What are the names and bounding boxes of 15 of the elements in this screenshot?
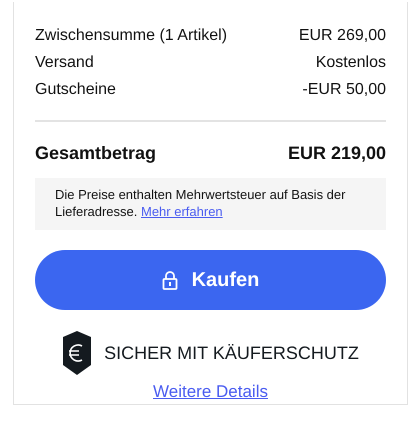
lock-icon bbox=[162, 270, 178, 290]
total-value: EUR 219,00 bbox=[288, 143, 386, 164]
row-value: -EUR 50,00 bbox=[302, 80, 386, 100]
buy-button[interactable]: Kaufen bbox=[35, 250, 386, 310]
row-label: Zwischensumme (1 Artikel) bbox=[35, 26, 228, 46]
protection-label: SICHER MIT KÄUFERSCHUTZ bbox=[104, 342, 359, 364]
row-label: Gutscheine bbox=[35, 80, 116, 100]
vat-note: Die Preise enthalten Mehrwertsteuer auf Basis der Lieferadresse. Mehr erfahren bbox=[35, 178, 386, 230]
row-label: Versand bbox=[35, 53, 94, 73]
shield-euro-icon bbox=[62, 330, 92, 376]
details-link[interactable]: Weitere Details bbox=[153, 382, 268, 401]
row-value: Kostenlos bbox=[316, 53, 386, 73]
total-label: Gesamtbetrag bbox=[35, 143, 156, 164]
row-value: EUR 269,00 bbox=[298, 26, 386, 46]
learn-more-link[interactable]: Mehr erfahren bbox=[141, 204, 223, 219]
